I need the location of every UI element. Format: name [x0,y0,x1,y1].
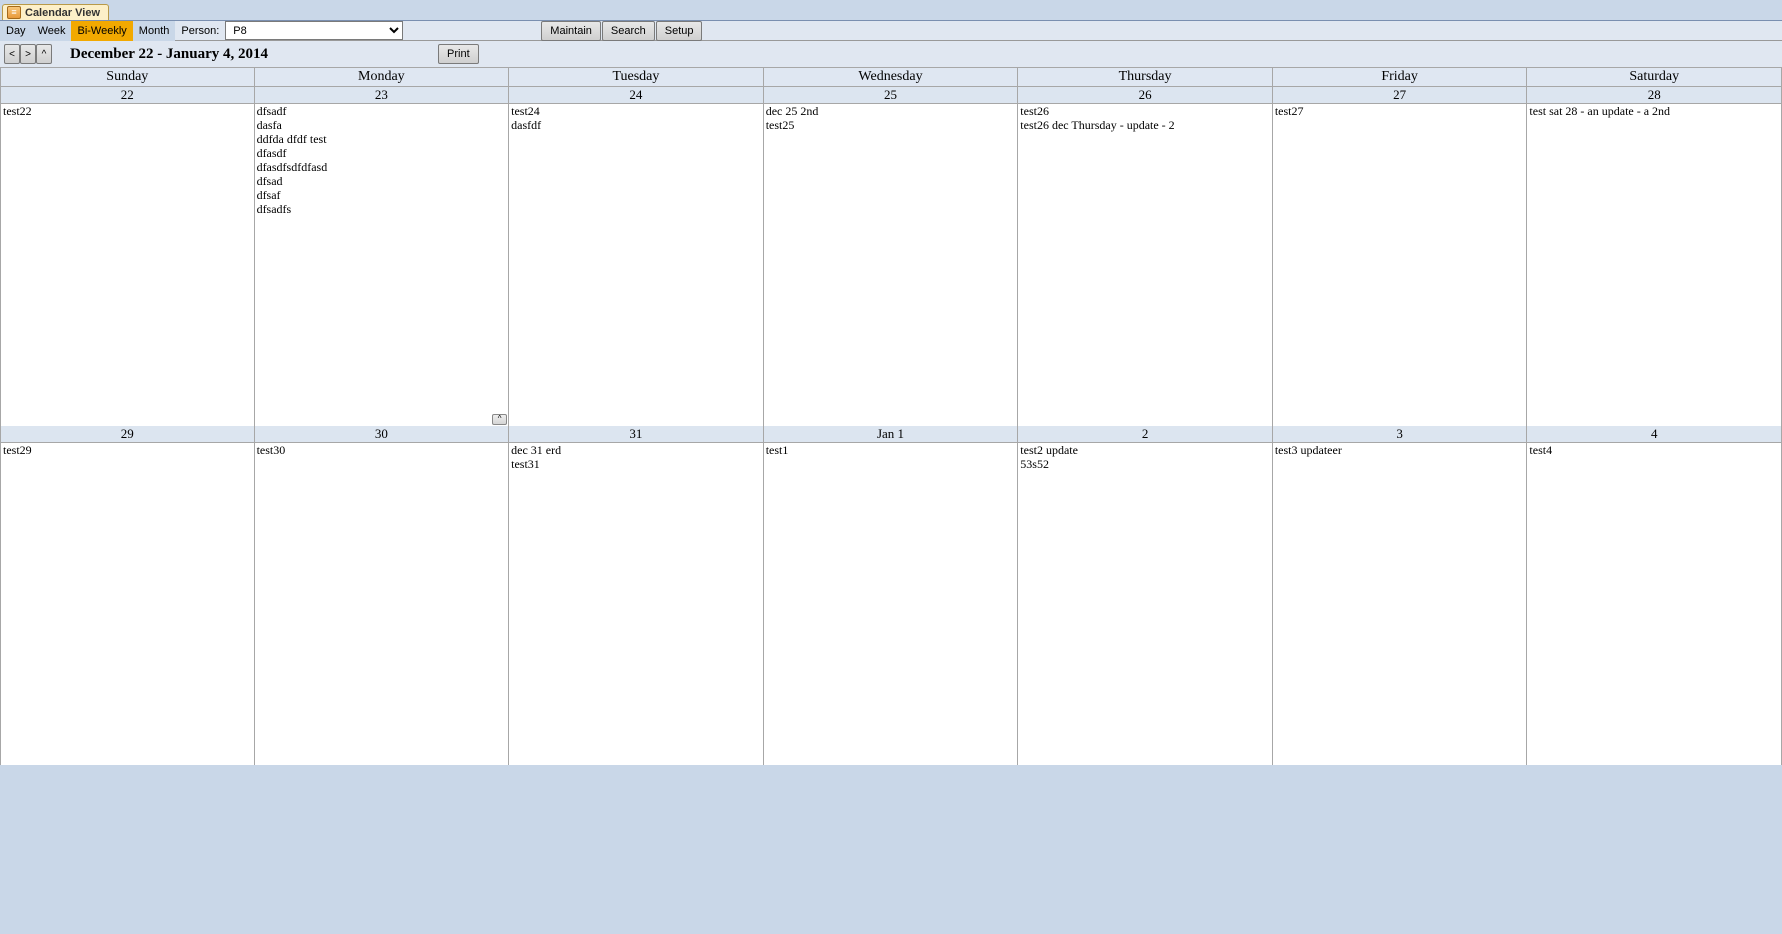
view-toolbar: Day Week Bi-Weekly Month Person: P8 Main… [0,21,1782,41]
date-number-cell[interactable]: 3 [1273,426,1528,443]
day-header: Friday [1273,67,1528,87]
calendar-event[interactable]: dfsaf [255,188,509,202]
date-number-row: 22232425262728 [0,87,1782,104]
calendar-event[interactable]: test26 [1018,104,1272,118]
tab-title: Calendar View [25,7,100,19]
day-cell[interactable]: dec 25 2ndtest25 [764,104,1019,426]
week-body-row: test22dfsadfdasfaddfda dfdf testdfasdfdf… [0,104,1782,426]
day-cell[interactable]: dfsadfdasfaddfda dfdf testdfasdfdfasdfsd… [255,104,510,426]
calendar-event[interactable]: test27 [1273,104,1527,118]
calendar-event[interactable]: test sat 28 - an update - a 2nd [1527,104,1781,118]
calendar-event[interactable]: test31 [509,457,763,471]
day-cell[interactable]: test30 [255,443,510,765]
print-button[interactable]: Print [438,44,479,64]
day-cell[interactable]: test2 update53s52 [1018,443,1273,765]
day-header: Monday [255,67,510,87]
calendar-event[interactable]: test1 [764,443,1018,457]
day-cell[interactable]: test26test26 dec Thursday - update - 2 [1018,104,1273,426]
setup-button[interactable]: Setup [656,21,703,41]
day-cell[interactable]: test27 [1273,104,1528,426]
day-cell[interactable]: test4 [1527,443,1782,765]
calendar-event[interactable]: test2 update [1018,443,1272,457]
day-header: Wednesday [764,67,1019,87]
main-panel: Day Week Bi-Weekly Month Person: P8 Main… [0,20,1782,765]
calendar-event[interactable]: test30 [255,443,509,457]
date-number-cell[interactable]: 22 [0,87,255,104]
calendar-event[interactable]: dfasdfsdfdfasd [255,160,509,174]
date-number-cell[interactable]: 29 [0,426,255,443]
date-number-cell[interactable]: 4 [1527,426,1782,443]
person-label: Person: [175,23,225,39]
day-cell[interactable]: test sat 28 - an update - a 2nd [1527,104,1782,426]
day-header: Sunday [0,67,255,87]
today-button[interactable]: ^ [36,44,52,64]
form-icon [7,6,21,19]
calendar-event[interactable]: test22 [1,104,254,118]
day-header-row: SundayMondayTuesdayWednesdayThursdayFrid… [0,67,1782,87]
view-month-button[interactable]: Month [133,21,176,41]
date-number-cell[interactable]: 26 [1018,87,1273,104]
person-select[interactable]: P8 [225,21,403,40]
calendar-event[interactable]: dfasdf [255,146,509,160]
date-number-cell[interactable]: Jan 1 [764,426,1019,443]
day-cell[interactable]: test1 [764,443,1019,765]
calendar-event[interactable]: test25 [764,118,1018,132]
calendar-event[interactable]: dec 31 erd [509,443,763,457]
day-cell[interactable]: dec 31 erdtest31 [509,443,764,765]
calendar-event[interactable]: dfsad [255,174,509,188]
day-cell[interactable]: test24dasfdf [509,104,764,426]
view-biweekly-button[interactable]: Bi-Weekly [71,21,132,41]
date-number-row: 293031Jan 1234 [0,426,1782,443]
day-header: Tuesday [509,67,764,87]
calendar-event[interactable]: dfsadfs [255,202,509,216]
view-day-button[interactable]: Day [0,21,32,41]
date-range: December 22 - January 4, 2014 [70,46,268,63]
view-week-button[interactable]: Week [32,21,72,41]
calendar-view-tab[interactable]: Calendar View [2,4,109,20]
day-cell[interactable]: test29 [0,443,255,765]
calendar-event[interactable]: ddfda dfdf test [255,132,509,146]
calendar-event[interactable]: 53s52 [1018,457,1272,471]
calendar-event[interactable]: test29 [1,443,254,457]
date-number-cell[interactable]: 2 [1018,426,1273,443]
search-button[interactable]: Search [602,21,655,41]
tab-bar: Calendar View [0,0,1782,20]
calendar-event[interactable]: dasfdf [509,118,763,132]
calendar-event[interactable]: dec 25 2nd [764,104,1018,118]
prev-button[interactable]: < [4,44,20,64]
date-number-cell[interactable]: 31 [509,426,764,443]
date-number-cell[interactable]: 30 [255,426,510,443]
date-number-cell[interactable]: 28 [1527,87,1782,104]
day-cell[interactable]: test3 updateer [1273,443,1528,765]
nav-row: < > ^ December 22 - January 4, 2014 Prin… [0,41,1782,67]
day-header: Saturday [1527,67,1782,87]
calendar-event[interactable]: test4 [1527,443,1781,457]
date-number-cell[interactable]: 27 [1273,87,1528,104]
calendar-event[interactable]: dasfa [255,118,509,132]
date-number-cell[interactable]: 24 [509,87,764,104]
day-cell[interactable]: test22 [0,104,255,426]
expand-day-button[interactable]: ^ [492,414,507,425]
calendar-event[interactable]: test24 [509,104,763,118]
calendar-event[interactable]: dfsadf [255,104,509,118]
calendar-grid: SundayMondayTuesdayWednesdayThursdayFrid… [0,67,1782,765]
calendar-event[interactable]: test3 updateer [1273,443,1527,457]
date-number-cell[interactable]: 25 [764,87,1019,104]
day-header: Thursday [1018,67,1273,87]
calendar-event[interactable]: test26 dec Thursday - update - 2 [1018,118,1272,132]
date-number-cell[interactable]: 23 [255,87,510,104]
next-button[interactable]: > [20,44,36,64]
maintain-button[interactable]: Maintain [541,21,601,41]
week-body-row: test29test30dec 31 erdtest31test1test2 u… [0,443,1782,765]
